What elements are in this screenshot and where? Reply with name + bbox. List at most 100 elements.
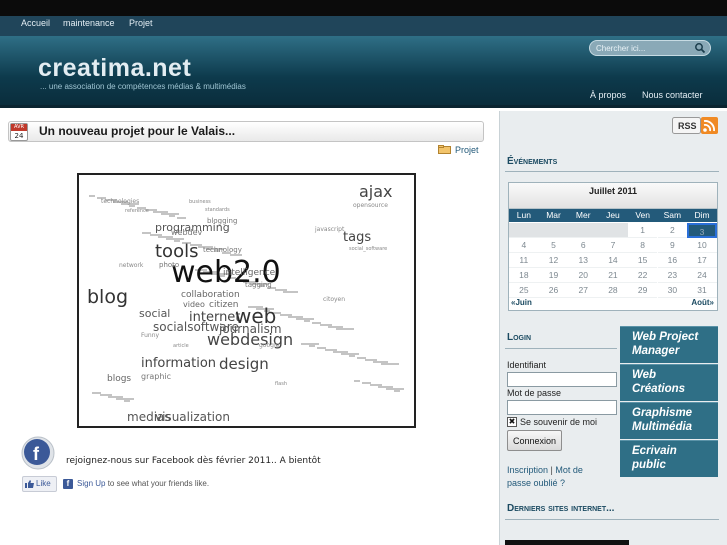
remember-me-checkbox[interactable]: ✖ — [507, 417, 517, 427]
register-link[interactable]: Inscription — [507, 465, 548, 475]
tag-cloud-word: video — [183, 300, 205, 309]
calendar-today-cell[interactable]: 3 — [687, 223, 717, 238]
calendar-day[interactable]: 31 — [687, 283, 717, 298]
promo-web-creations[interactable]: Web Créations — [620, 364, 718, 401]
post-title[interactable]: Un nouveau projet pour le Valais... — [39, 124, 235, 138]
calendar-day[interactable]: 30 — [657, 283, 688, 298]
calendar-day[interactable]: 24 — [687, 268, 717, 283]
tag-cloud-speck — [325, 349, 337, 351]
password-label: Mot de passe — [507, 388, 562, 398]
calendar-day[interactable]: 23 — [657, 268, 688, 283]
promo-line: Ecrivain — [632, 445, 677, 457]
calendar-caption: Juillet 2011 — [509, 183, 717, 209]
tag-cloud-speck — [92, 392, 101, 394]
tag-cloud-word: opensource — [353, 202, 388, 209]
facebook-message: rejoignez-nous sur Facebook dès février … — [66, 456, 321, 466]
calendar-day[interactable]: 6 — [568, 238, 599, 253]
tag-cloud-word: photo — [159, 261, 179, 269]
calendar-day[interactable]: 8 — [627, 238, 658, 253]
nav-link-apropos[interactable]: À propos — [590, 90, 626, 100]
calendar-day[interactable]: 18 — [509, 268, 539, 283]
calendar-day[interactable]: 2 — [657, 223, 688, 238]
calendar-day[interactable]: 28 — [598, 283, 628, 298]
tag-cloud-speck — [336, 328, 354, 330]
tag-cloud-speck — [166, 238, 184, 240]
latest-sites-thumbnail[interactable] — [505, 540, 629, 545]
like-button[interactable]: Like — [22, 476, 57, 492]
tag-cloud-word: tags — [343, 230, 371, 245]
tag-cloud-speck — [304, 320, 310, 322]
calendar-day[interactable]: 13 — [568, 253, 599, 268]
tag-cloud-word: ajax — [359, 182, 393, 201]
calendar-weekday: Mer — [575, 210, 591, 220]
calendar-empty-cell — [538, 223, 569, 238]
promo-ecrivain-public[interactable]: Ecrivain public — [620, 440, 718, 477]
site-title[interactable]: creatima.net — [38, 54, 191, 83]
calendar-header-row: Lun Mar Mer Jeu Ven Sam Dim — [509, 209, 717, 222]
tag-cloud-word: tagging — [245, 281, 272, 289]
calendar-day[interactable]: 21 — [598, 268, 628, 283]
tag-cloud-word: graphic — [141, 372, 171, 381]
calendar-day[interactable]: 5 — [538, 238, 569, 253]
calendar-day[interactable]: 11 — [509, 253, 539, 268]
tag-cloud-speck — [312, 322, 321, 324]
site-tagline: ... une association de compétences média… — [40, 82, 246, 91]
menu-item-projet[interactable]: Projet — [129, 18, 153, 28]
calendar-day[interactable]: 12 — [538, 253, 569, 268]
tag-cloud-word: design — [219, 355, 269, 373]
calendar-day[interactable]: 27 — [568, 283, 599, 298]
calendar-weekday: Dim — [694, 210, 710, 220]
promo-line: Multimédia — [632, 421, 693, 433]
calendar-day[interactable]: 19 — [538, 268, 569, 283]
calendar-weekday: Ven — [635, 210, 650, 220]
promo-graphisme-multimedia[interactable]: Graphisme Multimédia — [620, 402, 718, 439]
tag-cloud-speck — [349, 355, 355, 357]
calendar-day[interactable]: 17 — [687, 253, 717, 268]
nav-link-contact[interactable]: Nous contacter — [642, 90, 703, 100]
tag-cloud-word: collaboration — [181, 290, 240, 300]
facebook-icon[interactable]: f — [20, 435, 56, 471]
tag-cloud-speck — [378, 386, 393, 388]
tag-cloud-speck — [129, 205, 135, 207]
events-section-title: Événements — [507, 156, 558, 167]
rss-icon[interactable]: RSS — [672, 117, 718, 134]
search-icon[interactable] — [694, 42, 706, 54]
tag-cloud-word: webdev — [171, 228, 203, 237]
calendar-day[interactable]: 1 — [627, 223, 658, 238]
tag-cloud-speck — [283, 291, 298, 293]
tag-cloud-svg: ajaxopensource technologies business refere… — [87, 182, 404, 424]
menu-item-maintenance[interactable]: maintenance — [63, 18, 115, 28]
calendar-day[interactable]: 15 — [627, 253, 658, 268]
calendar-day[interactable]: 9 — [657, 238, 688, 253]
calendar-day[interactable]: 29 — [627, 283, 658, 298]
calendar-empty-cell — [568, 223, 599, 238]
calendar-day[interactable]: 7 — [598, 238, 628, 253]
calendar-day[interactable]: 14 — [598, 253, 628, 268]
calendar-day[interactable]: 22 — [627, 268, 658, 283]
calendar-prev-month-link[interactable]: «Juin — [511, 298, 532, 307]
signup-text: Sign Up to see what your friends like. — [77, 479, 209, 488]
tag-cloud-word: google — [259, 342, 280, 349]
rss-label: RSS — [678, 121, 697, 131]
signup-rest: to see what your friends like. — [105, 479, 210, 488]
calendar-day[interactable]: 16 — [657, 253, 688, 268]
category-link[interactable]: Projet — [455, 145, 479, 155]
calendar-day[interactable]: 20 — [568, 268, 599, 283]
calendar-day[interactable]: 10 — [687, 238, 717, 253]
login-button[interactable]: Connexion — [507, 430, 562, 451]
password-input[interactable] — [507, 400, 617, 415]
tag-cloud-word: javascript — [314, 226, 345, 233]
tag-cloud-speck — [354, 380, 360, 382]
date-badge-month: AVR — [11, 124, 27, 131]
tag-cloud-speck — [296, 318, 314, 320]
tag-cloud-word: webdesign — [207, 330, 293, 349]
calendar-next-month-link[interactable]: Août» — [691, 298, 714, 307]
calendar-day[interactable]: 26 — [538, 283, 569, 298]
promo-web-project-manager[interactable]: Web Project Manager — [620, 326, 718, 363]
calendar-day[interactable]: 25 — [509, 283, 539, 298]
username-input[interactable] — [507, 372, 617, 387]
signup-link[interactable]: Sign Up — [77, 479, 105, 488]
calendar-day[interactable]: 4 — [509, 238, 539, 253]
search-input[interactable] — [596, 42, 692, 54]
menu-item-accueil[interactable]: Accueil — [21, 18, 50, 28]
